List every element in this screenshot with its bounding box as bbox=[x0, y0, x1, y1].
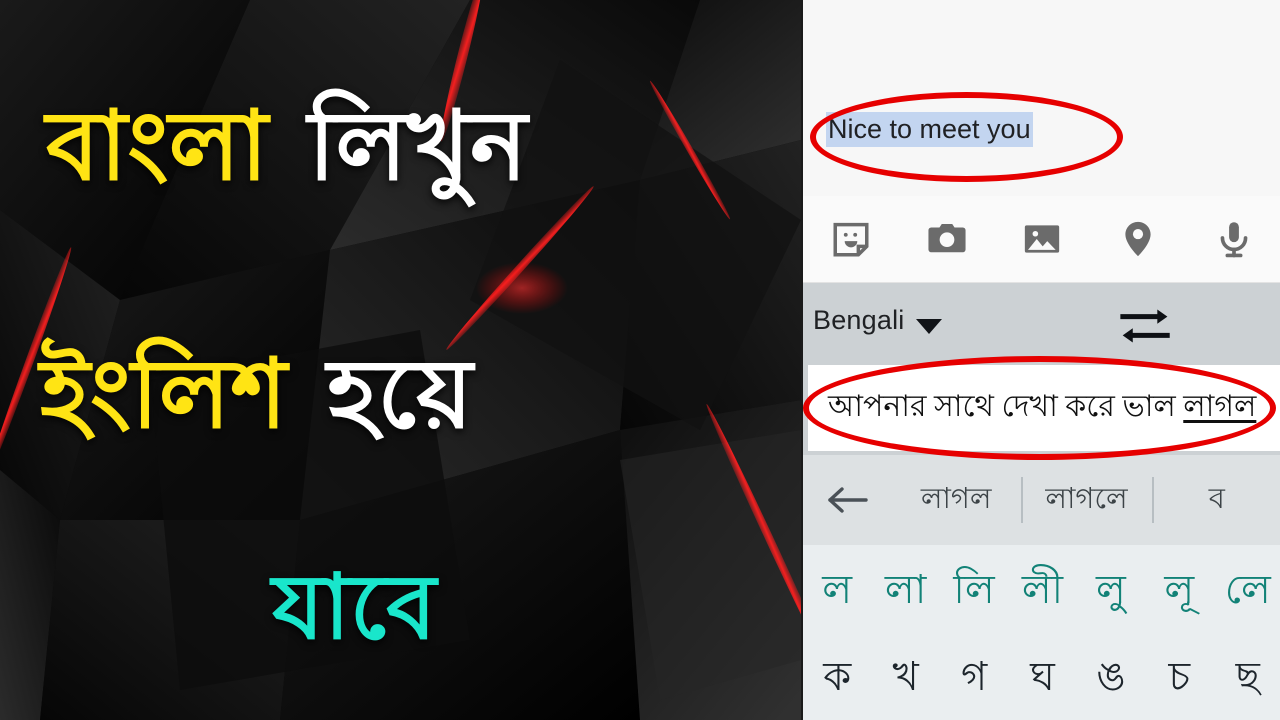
gallery-icon[interactable] bbox=[995, 196, 1091, 282]
swap-arrows-icon[interactable] bbox=[1119, 305, 1181, 350]
key-row1-5[interactable]: লু bbox=[1077, 545, 1145, 637]
compose-input-text[interactable]: Nice to meet you bbox=[826, 112, 1033, 147]
headline-line3-cyan: যাবে bbox=[272, 558, 437, 658]
key-row2-5[interactable]: ঙ bbox=[1077, 637, 1145, 720]
phone-screen-panel: Nice to meet you Bengali আপনার সাথে দেখা… bbox=[801, 0, 1280, 720]
thumbnail-art-panel: বাংলা লিখুন ইংলিশ হয়ে যাবে bbox=[0, 0, 801, 720]
key-row1-3[interactable]: লি bbox=[940, 545, 1008, 637]
key-row2-1[interactable]: ক bbox=[803, 637, 871, 720]
key-row1-1[interactable]: ল bbox=[803, 545, 871, 637]
key-row2-3[interactable]: গ bbox=[940, 637, 1008, 720]
keyboard: ল লা লি লী লু লূ লে ক খ গ ঘ ঙ চ ছ bbox=[803, 545, 1280, 720]
key-row2-7[interactable]: ছ bbox=[1214, 637, 1280, 720]
output-field-wrapper: আপনার সাথে দেখা করে ভাল লাগল bbox=[803, 363, 1280, 455]
key-row1-2[interactable]: লা bbox=[871, 545, 939, 637]
location-icon[interactable] bbox=[1090, 196, 1186, 282]
microphone-icon[interactable] bbox=[1186, 196, 1280, 282]
chevron-down-icon[interactable] bbox=[916, 319, 942, 334]
key-row2-4[interactable]: ঘ bbox=[1008, 637, 1076, 720]
sticker-icon[interactable] bbox=[803, 196, 899, 282]
headline-line2-yellow: ইংলিশ bbox=[40, 341, 288, 448]
keyboard-row-consonants: ক খ গ ঘ ঙ চ ছ bbox=[803, 637, 1280, 720]
camera-icon[interactable] bbox=[899, 196, 995, 282]
thumbnail-headline: বাংলা লিখুন ইংলিশ হয়ে যাবে bbox=[0, 0, 801, 720]
headline-line2-white: হয়ে bbox=[327, 341, 473, 448]
compose-area[interactable]: Nice to meet you bbox=[803, 0, 1280, 196]
language-bar: Bengali bbox=[803, 283, 1280, 363]
bengali-output-committed: আপনার সাথে দেখা করে ভাল bbox=[828, 390, 1184, 423]
bengali-output-composing: লাগল bbox=[1183, 390, 1257, 423]
headline-line1-white: লিখুন bbox=[307, 93, 528, 200]
headline-line-2: ইংলিশ হয়ে bbox=[40, 336, 801, 454]
keyboard-row-vowel-forms: ল লা লি লী লু লূ লে bbox=[803, 545, 1280, 637]
arrow-left-icon[interactable] bbox=[803, 482, 891, 518]
headline-line1-yellow: বাংলা bbox=[46, 93, 268, 200]
language-label[interactable]: Bengali bbox=[813, 305, 904, 336]
suggestion-item-2[interactable]: লাগলে bbox=[1021, 455, 1151, 545]
suggestion-bar: লাগল লাগলে ব bbox=[803, 455, 1280, 545]
bengali-output-text: আপনার সাথে দেখা করে ভাল লাগল bbox=[828, 381, 1256, 433]
screenshot-root: বাংলা লিখুন ইংলিশ হয়ে যাবে Nice to meet y… bbox=[0, 0, 1280, 720]
attachment-icon-row bbox=[803, 196, 1280, 283]
headline-line-3: যাবে bbox=[272, 552, 801, 664]
suggestion-item-1[interactable]: লাগল bbox=[891, 455, 1021, 545]
headline-line-1: বাংলা লিখুন bbox=[46, 88, 801, 206]
key-row1-4[interactable]: লী bbox=[1008, 545, 1076, 637]
key-row1-6[interactable]: লূ bbox=[1145, 545, 1213, 637]
bengali-output-field[interactable]: আপনার সাথে দেখা করে ভাল লাগল bbox=[808, 365, 1280, 451]
suggestion-item-3[interactable]: ব bbox=[1151, 455, 1280, 545]
key-row1-7[interactable]: লে bbox=[1214, 545, 1280, 637]
key-row2-2[interactable]: খ bbox=[871, 637, 939, 720]
key-row2-6[interactable]: চ bbox=[1145, 637, 1213, 720]
